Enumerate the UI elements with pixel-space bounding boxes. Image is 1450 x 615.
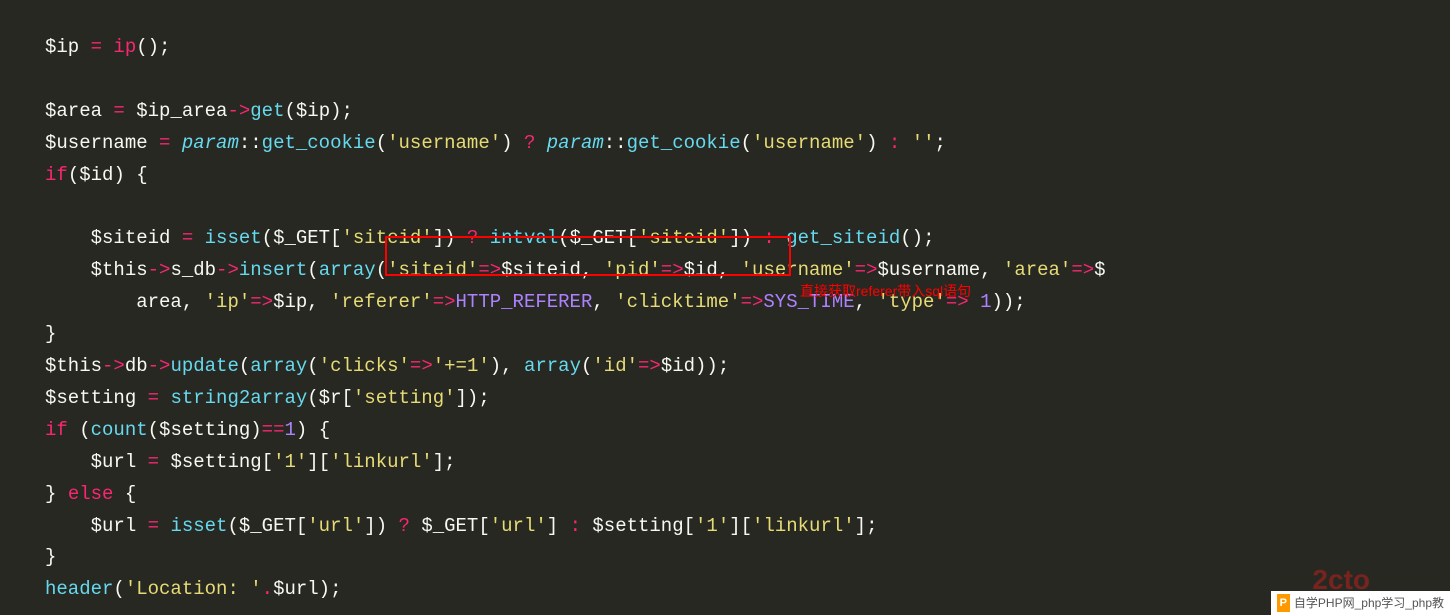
- code-line: $username = param::get_cookie('username'…: [45, 132, 946, 154]
- code-line: $url = isset($_GET['url']) ? $_GET['url'…: [45, 515, 877, 537]
- code-line: $this->s_db->insert(array('siteid'=>$sit…: [45, 259, 1106, 281]
- code-line: header('Location: '.$url);: [45, 578, 341, 600]
- watermark-icon: P: [1277, 594, 1290, 612]
- code-line: }: [45, 323, 56, 345]
- watermark: P 自学PHP网_php学习_php教: [1271, 591, 1450, 615]
- code-line: } else {: [45, 483, 136, 505]
- code-line: $url = $setting['1']['linkurl'];: [45, 451, 456, 473]
- watermark-text: 自学PHP网_php学习_php教: [1294, 593, 1444, 613]
- code-line: $siteid = isset($_GET['siteid']) ? intva…: [45, 227, 934, 249]
- code-line: $ip = ip();: [45, 36, 170, 58]
- annotation-text: 直接获取referer带入sql语句: [800, 280, 971, 304]
- code-line: }: [45, 546, 56, 568]
- code-editor: $ip = ip(); $area = $ip_area->get($ip); …: [0, 0, 1450, 606]
- code-line: if($id) {: [45, 164, 148, 186]
- code-line: $this->db->update(array('clicks'=>'+=1')…: [45, 355, 729, 377]
- code-line: $setting = string2array($r['setting']);: [45, 387, 490, 409]
- code-line: if (count($setting)==1) {: [45, 419, 330, 441]
- code-line: $area = $ip_area->get($ip);: [45, 100, 353, 122]
